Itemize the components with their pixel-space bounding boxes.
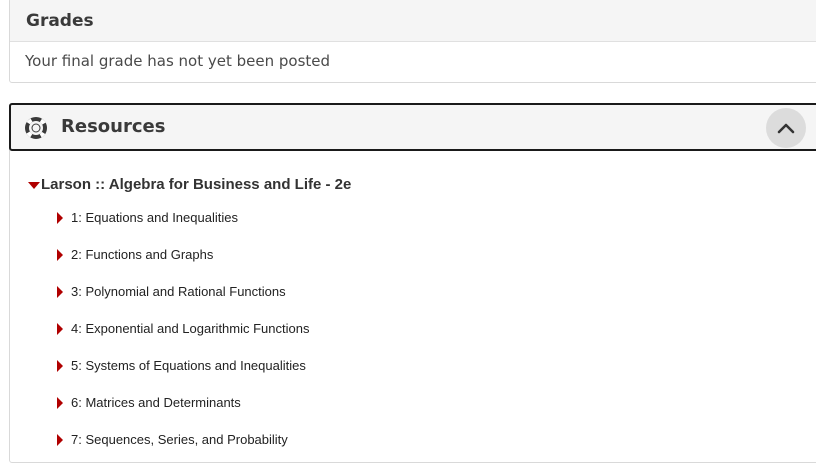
chapter-list: 1: Equations and Inequalities 2: Functio…	[57, 210, 309, 469]
resources-card: Resources Larson :: Algebra for Business…	[9, 103, 816, 463]
chapter-label: 5: Systems of Equations and Inequalities	[71, 358, 306, 373]
chapter-label: 6: Matrices and Determinants	[71, 395, 241, 410]
chapter-item[interactable]: 5: Systems of Equations and Inequalities	[57, 358, 309, 395]
expanded-triangle-icon	[28, 181, 40, 189]
chapter-label: 1: Equations and Inequalities	[71, 210, 238, 225]
grades-card: Grades Your final grade has not yet been…	[9, 0, 816, 83]
collapsed-triangle-icon	[57, 434, 63, 446]
grades-title: Grades	[26, 11, 94, 31]
chapter-item[interactable]: 7: Sequences, Series, and Probability	[57, 432, 309, 469]
collapsed-triangle-icon	[57, 360, 63, 372]
chapter-item[interactable]: 3: Polynomial and Rational Functions	[57, 284, 309, 321]
chapter-label: 2: Functions and Graphs	[71, 247, 214, 262]
resources-title: Resources	[61, 116, 166, 137]
collapsed-triangle-icon	[57, 323, 63, 335]
lifebuoy-icon	[25, 117, 47, 139]
chevron-up-icon	[777, 123, 795, 134]
collapsed-triangle-icon	[57, 286, 63, 298]
chapter-item[interactable]: 6: Matrices and Determinants	[57, 395, 309, 432]
chapter-label: 4: Exponential and Logarithmic Functions	[71, 321, 310, 336]
collapsed-triangle-icon	[57, 249, 63, 261]
resources-header[interactable]: Resources	[9, 103, 816, 151]
collapse-resources-button[interactable]	[766, 108, 806, 148]
chapter-item[interactable]: 1: Equations and Inequalities	[57, 210, 309, 247]
collapsed-triangle-icon	[57, 397, 63, 409]
book-title: Larson :: Algebra for Business and Life …	[41, 176, 352, 193]
chapter-label: 7: Sequences, Series, and Probability	[71, 432, 288, 447]
collapsed-triangle-icon	[57, 212, 63, 224]
chapter-item[interactable]: 2: Functions and Graphs	[57, 247, 309, 284]
grades-message: Your final grade has not yet been posted	[25, 52, 331, 70]
grades-header: Grades	[10, 0, 816, 42]
chapter-label: 3: Polynomial and Rational Functions	[71, 284, 286, 299]
book-toggle[interactable]: Larson :: Algebra for Business and Life …	[28, 176, 351, 193]
chapter-item[interactable]: 4: Exponential and Logarithmic Functions	[57, 321, 309, 358]
